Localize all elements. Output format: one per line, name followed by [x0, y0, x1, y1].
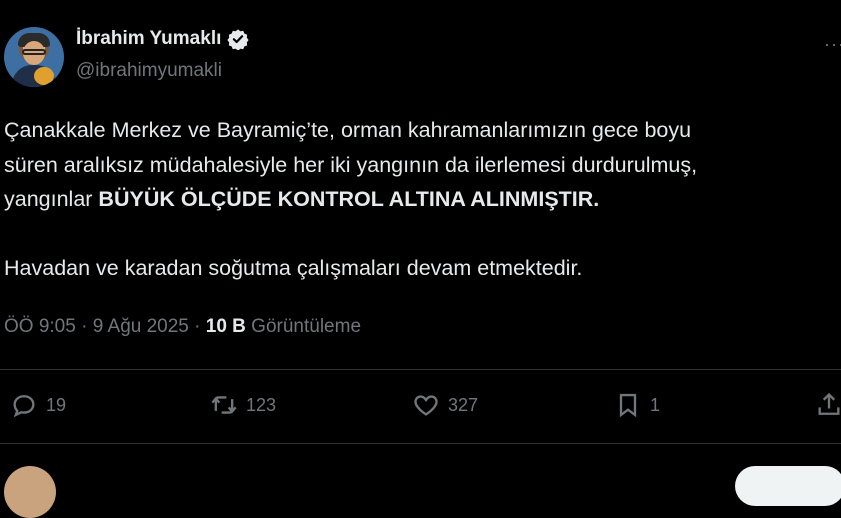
bookmark-count: 1	[650, 394, 661, 415]
author-handle[interactable]: @ibrahimyumakli	[76, 60, 222, 82]
post-line: Çanakkale Merkez ve Bayramiç’te, orman k…	[4, 118, 692, 142]
divider	[0, 369, 841, 370]
post-line: yangınlar BÜYÜK ÖLÇÜDE KONTROL ALTINA AL…	[4, 182, 841, 217]
reply-icon	[13, 395, 35, 418]
like-button[interactable]: 327	[412, 391, 478, 419]
post-text: Çanakkale Merkez ve Bayramiç’te, orman k…	[4, 113, 841, 286]
meta-separator: ·	[188, 316, 206, 337]
reply-user-avatar[interactable]	[4, 466, 56, 518]
views-count: 10 B	[205, 316, 246, 337]
post-bold-text: BÜYÜK ÖLÇÜDE KONTROL ALTINA ALINMIŞTIR.	[98, 187, 600, 211]
post-date[interactable]: 9 Ağu 2025	[93, 316, 189, 337]
meta-separator: ·	[75, 316, 93, 337]
repost-button[interactable]: 123	[210, 391, 276, 419]
share-icon	[818, 392, 840, 415]
bookmark-icon	[619, 393, 637, 418]
heart-icon	[414, 395, 438, 416]
post-time[interactable]: ÖÖ 9:05	[4, 316, 76, 337]
action-bar: 19 123 327 1	[0, 391, 841, 421]
author-name[interactable]: İbrahim Yumaklı	[76, 28, 221, 50]
author-avatar[interactable]	[4, 27, 64, 87]
post-line-prefix: yangınlar	[4, 187, 99, 211]
post-line: Havadan ve karadan soğutma çalışmaları d…	[4, 256, 583, 280]
reply-button-pill[interactable]	[735, 466, 841, 506]
reply-button[interactable]: 19	[10, 391, 66, 419]
like-count: 327	[448, 394, 479, 415]
repost-count: 123	[246, 394, 277, 415]
views-label: Görüntüleme	[245, 316, 362, 337]
author-name-row: İbrahim Yumaklı	[76, 28, 250, 50]
repost-icon	[211, 396, 237, 414]
avatar-sunflower	[34, 67, 54, 85]
post-line: süren aralıksız müdahalesiyle her iki ya…	[4, 152, 698, 177]
avatar-glasses	[22, 49, 46, 55]
verified-badge-icon[interactable]	[227, 28, 250, 50]
reply-count: 19	[46, 394, 67, 415]
divider	[0, 443, 841, 444]
bookmark-button[interactable]: 1	[614, 391, 660, 419]
post-meta: ÖÖ 9:05 · 9 Ağu 2025 · 10 B Görüntüleme	[4, 316, 361, 338]
more-options-icon[interactable]: ···	[824, 34, 841, 55]
share-button[interactable]	[815, 391, 841, 419]
